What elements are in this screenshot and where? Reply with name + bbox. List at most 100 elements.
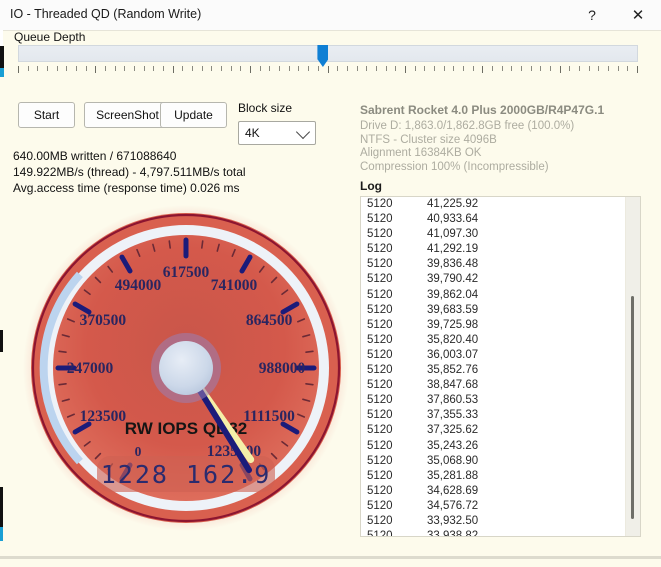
log-row[interactable]: 5120 35,852.76 <box>361 363 625 378</box>
log-row-size: 5120 <box>367 228 393 241</box>
window-edge-artifact <box>0 68 4 77</box>
log-row-value: 39,836.48 <box>427 258 479 271</box>
app-window: IO - Threaded QD (Random Write) ? ✕ Queu… <box>0 0 661 567</box>
block-size-label: Block size <box>238 101 293 115</box>
log-row[interactable]: 5120 35,068.90 <box>361 454 625 469</box>
slider-track[interactable] <box>18 45 638 67</box>
gauge-minor-tick <box>305 350 314 353</box>
log-row-size: 5120 <box>367 333 393 346</box>
block-size-value: 4K <box>245 126 260 140</box>
stat-throughput: 149.922MB/s (thread) - 4,797.511MB/s tot… <box>13 165 246 179</box>
log-row[interactable]: 5120 37,325.62 <box>361 423 625 438</box>
log-row-value: 38,847.68 <box>427 379 479 392</box>
log-row-value: 35,281.88 <box>427 469 479 482</box>
screenshot-button[interactable]: ScreenShot <box>84 102 171 128</box>
gauge-tick-label: 617500 <box>163 264 210 281</box>
gauge-tick-label: 864500 <box>246 312 293 329</box>
drive-capacity: Drive D: 1,863.0/1,862.8GB free (100.0%) <box>360 120 575 132</box>
gauge-minor-tick <box>305 383 314 386</box>
log-row[interactable]: 5120 39,683.59 <box>361 303 625 318</box>
log-row[interactable]: 5120 34,628.69 <box>361 484 625 499</box>
log-row-size: 5120 <box>367 514 393 527</box>
log-row-size: 5120 <box>367 198 393 210</box>
log-row-value: 36,003.07 <box>427 348 479 361</box>
gauge-minor-tick <box>201 240 204 249</box>
log-row-size: 5120 <box>367 529 427 536</box>
log-rows[interactable]: 5120 41,225.92 5120 40,933.64 5120 41,097.30 5… <box>361 197 625 536</box>
log-row-value: 37,355.33 <box>427 409 479 422</box>
log-row-value: 41,097.30 <box>427 228 479 241</box>
queue-depth-slider[interactable] <box>18 45 638 79</box>
log-row[interactable]: 5120 37,355.33 <box>361 408 625 423</box>
log-row-value: 34,576.72 <box>427 499 479 512</box>
log-row[interactable]: 5120 40,933.64 <box>361 212 625 227</box>
drive-filesystem: NTFS - Cluster size 4096B <box>360 133 497 146</box>
log-row-size: 5120 <box>367 439 393 452</box>
log-row[interactable]: 5120 33,932.50 <box>361 514 625 529</box>
queue-depth-label: Queue Depth <box>14 30 86 44</box>
log-row-size: 5120 <box>367 469 393 482</box>
log-row[interactable]: 5120 38,847.68 <box>361 378 625 393</box>
stat-access-time: Avg.access time (response time) 0.026 ms <box>13 181 240 195</box>
log-row-size: 5120 <box>367 243 393 256</box>
gauge-tick-label: 123500 <box>80 408 127 425</box>
log-row-size: 5120 <box>367 484 393 497</box>
log-row[interactable]: 5120 36,003.07 <box>361 348 625 363</box>
gauge-svg: 0123500247000370500494000617500741000864… <box>23 205 349 531</box>
log-label: Log <box>360 179 382 193</box>
log-row[interactable]: 5120 39,790.42 <box>361 272 625 287</box>
log-row-size: 5120 <box>367 288 393 301</box>
log-row[interactable]: 5120 35,820.40 <box>361 333 625 348</box>
log-row-size: 5120 <box>367 303 393 316</box>
log-row[interactable]: 5120 41,225.92 <box>361 197 625 212</box>
stat-written: 640.00MB written / 671088640 <box>13 149 177 163</box>
log-row-value: 35,820.40 <box>427 333 479 346</box>
log-row[interactable]: 5120 39,836.48 <box>361 257 625 272</box>
close-icon[interactable]: ✕ <box>615 0 661 30</box>
log-row[interactable]: 5120 37,860.53 <box>361 393 625 408</box>
gauge-tick-label: 494000 <box>115 277 162 294</box>
log-row[interactable]: 5120 35,281.88 <box>361 469 625 484</box>
title-bar: IO - Threaded QD (Random Write) ? ✕ <box>0 0 661 31</box>
gauge-tick-label: 741000 <box>211 277 258 294</box>
log-row-value: 33,938.82 <box>427 529 478 536</box>
log-row-value: 41,225.92 <box>427 198 479 210</box>
log-row-size: 5120 <box>367 454 393 467</box>
log-row[interactable]: 5120 41,097.30 <box>361 227 625 242</box>
log-row-value: 34,628.69 <box>427 484 479 497</box>
window-edge-artifact <box>0 487 3 527</box>
gauge-minor-tick <box>58 383 67 386</box>
log-row-value: 37,325.62 <box>427 424 479 437</box>
log-row[interactable]: 5120 35,243.26 <box>361 439 625 454</box>
gauge-tick-label: 247000 <box>67 360 114 377</box>
start-button[interactable]: Start <box>18 102 75 128</box>
log-row-size: 5120 <box>367 409 393 422</box>
log-row-value: 35,068.90 <box>427 454 479 467</box>
log-scrollbar[interactable] <box>625 197 640 536</box>
slider-thumb[interactable] <box>317 45 329 67</box>
window-edge-artifact <box>0 46 4 68</box>
log-row[interactable]: 5120 41,292.19 <box>361 242 625 257</box>
log-row-value: 35,852.76 <box>427 364 479 377</box>
log-row-size: 5120 <box>367 258 393 271</box>
log-row[interactable]: 5120 39,862.04 <box>361 288 625 303</box>
log-row-value: 41,292.19 <box>427 243 479 256</box>
log-row[interactable]: 512033,938.82 <box>361 529 625 536</box>
gauge-tick-label: 988000 <box>259 360 306 377</box>
log-row[interactable]: 5120 34,576.72 <box>361 499 625 514</box>
log-row[interactable]: 5120 39,725.98 <box>361 318 625 333</box>
scrollbar-thumb[interactable] <box>631 296 634 519</box>
log-row-value: 37,860.53 <box>427 394 479 407</box>
log-row-size: 5120 <box>367 394 393 407</box>
log-row-size: 5120 <box>367 364 393 377</box>
window-bottom-fill <box>0 559 661 567</box>
drive-compression: Compression 100% (Incompressible) <box>360 160 549 173</box>
help-icon[interactable]: ? <box>569 0 615 30</box>
block-size-select[interactable]: 4K <box>238 121 316 145</box>
log-listbox[interactable]: 5120 41,225.92 5120 40,933.64 5120 41,097.30 5… <box>360 196 641 537</box>
update-button[interactable]: Update <box>160 102 227 128</box>
gauge-tick-label: 370500 <box>80 312 127 329</box>
log-row-value: 35,243.26 <box>427 439 479 452</box>
slider-ticks <box>18 66 638 76</box>
log-row-value: 39,683.59 <box>427 303 479 316</box>
